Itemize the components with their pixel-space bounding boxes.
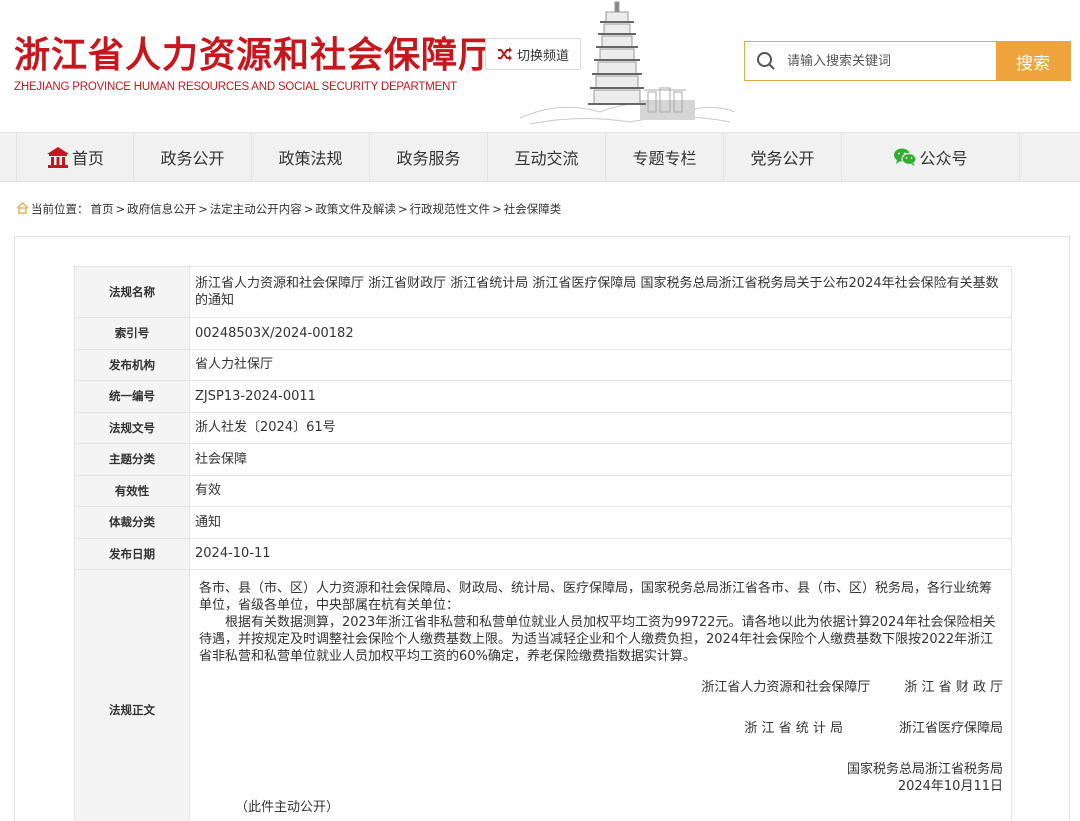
site-title[interactable]: 浙江省人力资源和社会保障厅 xyxy=(14,26,495,78)
breadcrumb: 当前位置： 首页 > 政府信息公开 > 法定主动公开内容 > 政策文件及解读 >… xyxy=(16,201,561,217)
field-value: 通知 xyxy=(189,506,1012,539)
field-label: 体裁分类 xyxy=(74,506,190,539)
breadcrumb-prefix: 当前位置： xyxy=(31,202,89,216)
field-value: 社会保障 xyxy=(189,443,1012,476)
table-row: 有效性 有效 xyxy=(74,474,1012,507)
table-row: 法规正文 各市、县（市、区）人力资源和社会保障局、财政局、统计局、医疗保障局，国… xyxy=(74,569,1012,821)
breadcrumb-separator: > xyxy=(303,202,314,216)
home-small-icon xyxy=(16,201,29,217)
table-row: 体裁分类 通知 xyxy=(74,506,1012,539)
breadcrumb-separator: > xyxy=(198,202,208,216)
table-row: 发布日期 2024-10-11 xyxy=(74,537,1012,570)
table-row: 统一编号 ZJSP13-2024-0011 xyxy=(74,380,1012,413)
site-subtitle: ZHEJIANG PROVINCE HUMAN RESOURCES AND SO… xyxy=(14,81,458,93)
signature-row: 浙江省人力资源和社会保障厅 浙 江 省 财 政 厅 xyxy=(199,679,1003,696)
field-value: 浙人社发〔2024〕61号 xyxy=(189,411,1012,444)
field-value: 2024-10-11 xyxy=(189,537,1012,570)
home-icon xyxy=(46,146,70,168)
signature-row: 浙 江 省 统 计 局 浙江省医疗保障局 xyxy=(199,720,1003,737)
table-row: 法规文号 浙人社发〔2024〕61号 xyxy=(74,411,1012,444)
field-label: 法规名称 xyxy=(74,266,190,318)
shuffle-icon xyxy=(497,47,512,61)
table-row: 索引号 00248503X/2024-00182 xyxy=(74,317,1012,350)
nav-item-wechat[interactable]: 公众号 xyxy=(842,133,1020,181)
document-info-table: 法规名称 浙江省人力资源和社会保障厅 浙江省财政厅 浙江省统计局 浙江省医疗保障… xyxy=(74,266,1012,821)
footnote: （此件主动公开） xyxy=(235,800,340,815)
table-row: 主题分类 社会保障 xyxy=(74,443,1012,476)
breadcrumb-item[interactable]: 政府信息公开 xyxy=(127,201,196,217)
field-label: 统一编号 xyxy=(74,380,190,413)
table-row: 法规名称 浙江省人力资源和社会保障厅 浙江省财政厅 浙江省统计局 浙江省医疗保障… xyxy=(74,266,1012,318)
table-row: 发布机构 省人力社保厅 xyxy=(74,348,1012,381)
nav-item-government-affairs[interactable]: 政务公开 xyxy=(134,133,252,181)
signatory: 浙江省人力资源和社会保障厅 xyxy=(701,680,871,695)
field-value: ZJSP13-2024-0011 xyxy=(189,380,1012,413)
field-label: 有效性 xyxy=(74,474,190,507)
breadcrumb-item[interactable]: 行政规范性文件 xyxy=(410,201,491,217)
search-icon[interactable] xyxy=(745,42,787,80)
nav-item-interaction[interactable]: 互动交流 xyxy=(488,133,606,181)
breadcrumb-separator: > xyxy=(397,202,408,216)
field-value: 00248503X/2024-00182 xyxy=(189,317,1012,350)
nav-item-policies[interactable]: 政策法规 xyxy=(252,133,370,181)
field-label: 法规正文 xyxy=(74,569,190,821)
field-value: 有效 xyxy=(189,474,1012,507)
field-label: 发布日期 xyxy=(74,537,190,570)
nav-label: 首页 xyxy=(71,149,104,168)
search-box: 搜索 xyxy=(744,41,1071,81)
main-nav: 首页 政务公开 政策法规 政务服务 互动交流 专题专栏 党务公开 公众号 xyxy=(0,132,1080,182)
breadcrumb-item[interactable]: 首页 xyxy=(91,201,114,217)
site-header: 浙江省人力资源和社会保障厅 ZHEJIANG PROVINCE HUMAN RE… xyxy=(0,0,1080,132)
field-value: 省人力社保厅 xyxy=(189,348,1012,381)
field-label: 主题分类 xyxy=(74,443,190,476)
body-addressee: 各市、县（市、区）人力资源和社会保障局、财政局、统计局、医疗保障局，国家税务总局… xyxy=(199,581,993,613)
nav-item-party-affairs[interactable]: 党务公开 xyxy=(724,133,842,181)
field-value: 浙江省人力资源和社会保障厅 浙江省财政厅 浙江省统计局 浙江省医疗保障局 国家税… xyxy=(189,266,1012,318)
pagoda-illustration xyxy=(520,1,735,125)
breadcrumb-item[interactable]: 社会保障类 xyxy=(504,201,562,217)
nav-item-services[interactable]: 政务服务 xyxy=(370,133,488,181)
field-label: 法规文号 xyxy=(74,411,190,444)
nav-item-topics[interactable]: 专题专栏 xyxy=(606,133,724,181)
signatory: 浙 江 省 财 政 厅 xyxy=(904,680,1003,695)
signatory: 浙江省医疗保障局 xyxy=(898,721,1003,736)
sign-date: 2024年10月11日 xyxy=(897,779,1003,794)
nav-item-home[interactable]: 首页 xyxy=(16,133,134,181)
document-body: 各市、县（市、区）人力资源和社会保障局、财政局、统计局、医疗保障局，国家税务总局… xyxy=(189,569,1012,821)
content-panel: 法规名称 浙江省人力资源和社会保障厅 浙江省财政厅 浙江省统计局 浙江省医疗保障… xyxy=(14,236,1070,821)
body-paragraph: 根据有关数据测算，2023年浙江省非私营和私营单位就业人员加权平均工资为9972… xyxy=(199,615,996,664)
wechat-icon xyxy=(893,147,918,167)
field-label: 索引号 xyxy=(74,317,190,350)
signatory: 国家税务总局浙江省税务局 xyxy=(846,762,1003,777)
search-button[interactable]: 搜索 xyxy=(996,42,1070,80)
nav-label: 公众号 xyxy=(919,149,968,168)
breadcrumb-item[interactable]: 政策文件及解读 xyxy=(315,201,396,217)
search-input[interactable] xyxy=(787,42,996,80)
field-label: 发布机构 xyxy=(74,348,190,381)
breadcrumb-separator: > xyxy=(115,202,126,216)
breadcrumb-separator: > xyxy=(492,202,502,216)
breadcrumb-item[interactable]: 法定主动公开内容 xyxy=(210,201,302,217)
signatory: 浙 江 省 统 计 局 xyxy=(744,721,843,736)
